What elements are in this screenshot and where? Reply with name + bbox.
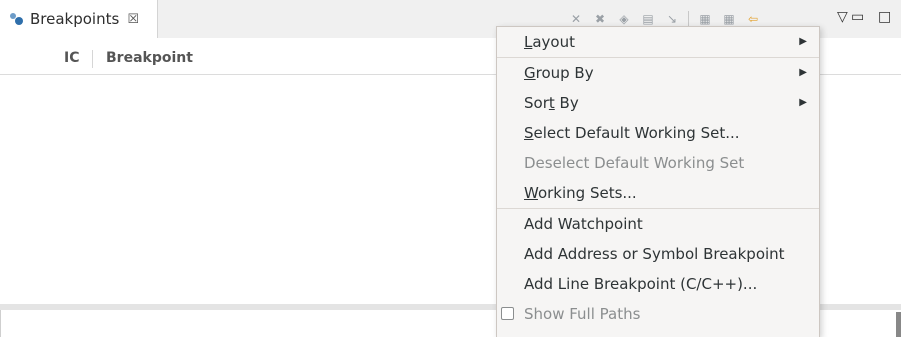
view-menu-icon[interactable]: ▽: [837, 9, 848, 25]
menu-item-add-line-breakpoint[interactable]: Add Line Breakpoint (C/C++)...: [497, 269, 819, 299]
go-to-file-icon[interactable]: ▤: [640, 12, 656, 26]
remove-all-breakpoints-icon[interactable]: ✖: [592, 12, 608, 26]
menu-item-group-by[interactable]: Group By ▶: [497, 58, 819, 88]
close-icon[interactable]: ☒: [127, 12, 139, 27]
breakpoint-icon: [10, 13, 26, 25]
submenu-arrow-icon: ▶: [799, 67, 807, 78]
menu-item-select-default-working-set[interactable]: Select Default Working Set...: [497, 118, 819, 148]
show-full-paths-checkbox[interactable]: [501, 307, 514, 320]
remove-breakpoint-icon[interactable]: ✕: [568, 12, 584, 26]
collapse-all-icon[interactable]: ▦: [721, 12, 737, 26]
menu-item-show-full-paths[interactable]: Show Full Paths: [497, 299, 819, 329]
view-context-menu: Layout ▶ Group By ▶ Sort By ▶ Select Def…: [496, 26, 820, 337]
show-supported-breakpoints-icon[interactable]: ◈: [616, 12, 632, 26]
link-with-debug-view-icon[interactable]: ⇦: [745, 12, 761, 26]
submenu-arrow-icon: ▶: [799, 97, 807, 108]
menu-item-sort-by[interactable]: Sort By ▶: [497, 88, 819, 118]
column-header-breakpoint[interactable]: Breakpoint: [106, 50, 193, 66]
scrollbar-thumb[interactable]: [896, 312, 901, 337]
minimize-icon[interactable]: ▭: [851, 9, 864, 25]
menu-item-layout[interactable]: Layout ▶: [497, 27, 819, 57]
menu-item-deselect-default-working-set: Deselect Default Working Set: [524, 154, 745, 172]
expand-all-icon[interactable]: ▦: [697, 12, 713, 26]
menu-item-add-address-or-symbol-breakpoint[interactable]: Add Address or Symbol Breakpoint: [497, 239, 819, 269]
toolbar-separator: [688, 11, 689, 27]
menu-item-working-sets[interactable]: Working Sets...: [497, 178, 819, 208]
submenu-arrow-icon: ▶: [799, 36, 807, 47]
tab-title: Breakpoints: [30, 10, 120, 28]
skip-all-breakpoints-icon[interactable]: ↘: [664, 12, 680, 26]
menu-item-add-watchpoint[interactable]: Add Watchpoint: [497, 209, 819, 239]
tab-breakpoints[interactable]: Breakpoints ☒: [0, 0, 158, 38]
maximize-icon[interactable]: □: [878, 9, 891, 25]
column-header-ic[interactable]: IC: [64, 50, 93, 68]
